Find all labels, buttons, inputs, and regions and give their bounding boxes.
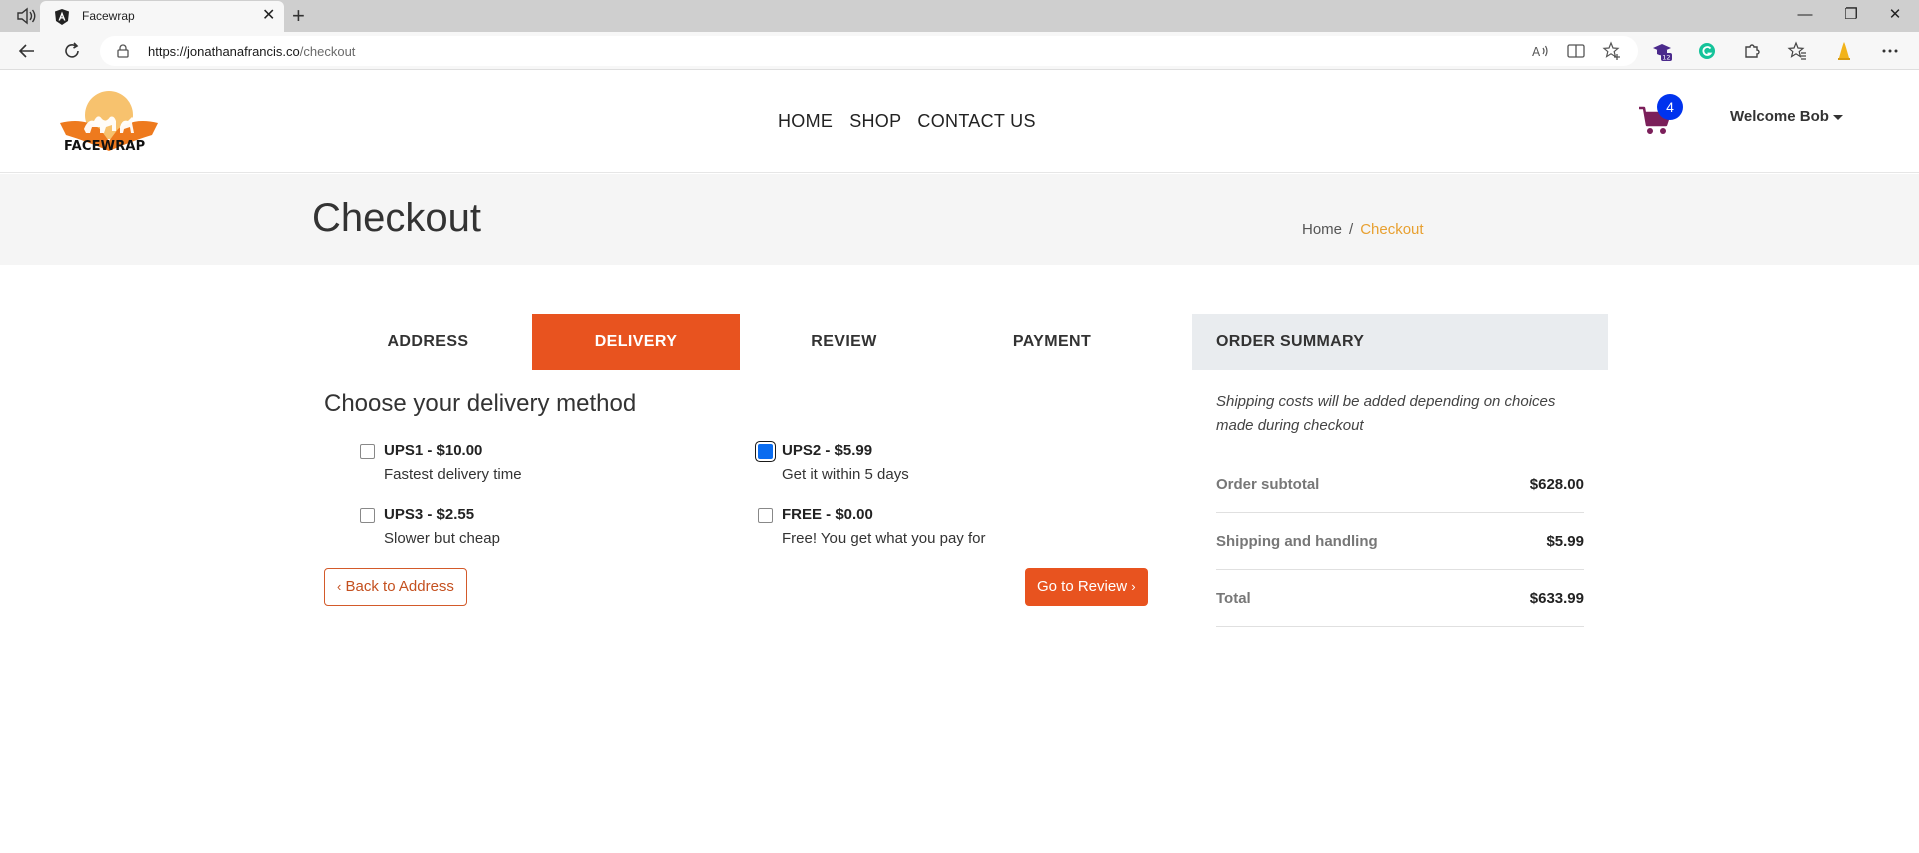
step-address[interactable]: ADDRESS (324, 314, 532, 370)
refresh-icon[interactable] (62, 41, 82, 61)
caret-down-icon (1832, 114, 1843, 120)
summary-row-subtotal: Order subtotal $628.00 (1216, 456, 1584, 513)
breadcrumb: Home / Checkout (1302, 221, 1424, 238)
option-description: Slower but cheap (384, 530, 500, 547)
section-title: Choose your delivery method (324, 390, 637, 417)
checkbox-ups1[interactable] (360, 444, 375, 459)
extensions-puzzle-icon[interactable] (1742, 41, 1762, 61)
option-label: UPS2 - $5.99 (782, 442, 873, 459)
tab-title: Facewrap (82, 9, 135, 23)
back-to-address-button[interactable]: ‹ Back to Address (324, 568, 467, 606)
go-to-review-button[interactable]: Go to Review › (1025, 568, 1148, 606)
restore-icon[interactable]: ❐ (1836, 4, 1866, 26)
more-options-icon[interactable] (1880, 41, 1900, 61)
order-summary-heading: ORDER SUMMARY (1192, 314, 1608, 370)
breadcrumb-current: Checkout (1360, 221, 1424, 238)
new-tab-icon[interactable]: + (292, 3, 305, 29)
back-button-label: Back to Address (345, 578, 454, 595)
cart-count-badge[interactable]: 4 (1657, 94, 1683, 120)
speaker-icon[interactable] (16, 7, 38, 25)
grammarly-icon[interactable] (1697, 41, 1717, 61)
summary-row-value: $628.00 (1529, 475, 1584, 493)
url-field[interactable]: https://jonathanafrancis.co/checkout (100, 36, 1638, 66)
summary-row-label: Shipping and handling (1216, 532, 1378, 550)
browser-address-bar: https://jonathanafrancis.co/checkout A 1… (0, 32, 1919, 70)
summary-row-value: $5.99 (1546, 532, 1584, 550)
chevron-right-icon: › (1131, 579, 1136, 594)
read-aloud-icon[interactable]: A (1530, 41, 1550, 61)
delivery-section: Choose your delivery method UPS1 - $10.0… (324, 390, 1156, 606)
immersive-reader-icon[interactable] (1566, 41, 1586, 61)
welcome-label: Welcome Bob (1730, 108, 1829, 125)
user-menu[interactable]: Welcome Bob (1730, 108, 1843, 125)
option-description: Get it within 5 days (782, 466, 909, 483)
summary-row-shipping: Shipping and handling $5.99 (1216, 513, 1584, 570)
order-summary-note: Shipping costs will be added depending o… (1216, 393, 1556, 434)
step-payment[interactable]: PAYMENT (948, 314, 1156, 370)
option-description: Fastest delivery time (384, 466, 522, 483)
breadcrumb-home[interactable]: Home (1302, 221, 1342, 238)
tab-close-icon[interactable]: ✕ (262, 7, 275, 25)
order-summary: ORDER SUMMARY Shipping costs will be add… (1192, 314, 1608, 627)
profile-avatar-icon[interactable] (1834, 41, 1854, 61)
add-favorite-icon[interactable] (1602, 41, 1622, 61)
svg-text:12: 12 (1662, 54, 1670, 61)
angular-favicon-icon (55, 9, 69, 25)
svg-text:A: A (1532, 45, 1541, 59)
step-delivery[interactable]: DELIVERY (532, 314, 740, 370)
nav-shop[interactable]: SHOP (849, 111, 901, 132)
summary-row-total: Total $633.99 (1216, 570, 1584, 627)
summary-row-label: Total (1216, 589, 1251, 607)
chevron-left-icon: ‹ (337, 579, 342, 594)
extension-graduation-cap-icon[interactable]: 12 (1652, 41, 1672, 61)
url-text: https://jonathanafrancis.co/checkout (148, 44, 356, 59)
next-button-label: Go to Review (1037, 578, 1128, 595)
order-summary-rows: Order subtotal $628.00 Shipping and hand… (1216, 456, 1584, 627)
checkbox-free[interactable] (758, 508, 773, 523)
checkbox-ups3[interactable] (360, 508, 375, 523)
site-header: FACEWRAP HOME SHOP CONTACT US 4 Welcome … (0, 71, 1919, 173)
browser-tab-bar: Facewrap ✕ + — ❐ ✕ (0, 0, 1919, 32)
breadcrumb-separator: / (1349, 221, 1354, 238)
minimize-icon[interactable]: — (1790, 4, 1820, 26)
option-label: UPS3 - $2.55 (384, 506, 475, 523)
option-description: Free! You get what you pay for (782, 530, 986, 547)
option-label: UPS1 - $10.00 (384, 442, 483, 459)
back-arrow-icon[interactable] (17, 41, 37, 61)
page-title: Checkout (312, 196, 481, 240)
main-nav: HOME SHOP CONTACT US (778, 111, 1036, 132)
checkout-steps: ADDRESS DELIVERY REVIEW PAYMENT (324, 314, 1156, 370)
checkbox-ups2[interactable] (758, 444, 773, 459)
step-review[interactable]: REVIEW (740, 314, 948, 370)
nav-home[interactable]: HOME (778, 111, 833, 132)
window-close-icon[interactable]: ✕ (1880, 4, 1910, 26)
favorites-icon[interactable] (1787, 41, 1807, 61)
logo-text: FACEWRAP (64, 139, 146, 154)
option-label: FREE - $0.00 (782, 506, 873, 523)
page-title-band: Checkout Home / Checkout (0, 174, 1919, 265)
browser-tab[interactable]: Facewrap ✕ (40, 1, 284, 32)
nav-contact-us[interactable]: CONTACT US (917, 111, 1035, 132)
summary-row-label: Order subtotal (1216, 475, 1320, 493)
lock-icon[interactable] (116, 44, 130, 58)
summary-row-value: $633.99 (1529, 589, 1584, 607)
